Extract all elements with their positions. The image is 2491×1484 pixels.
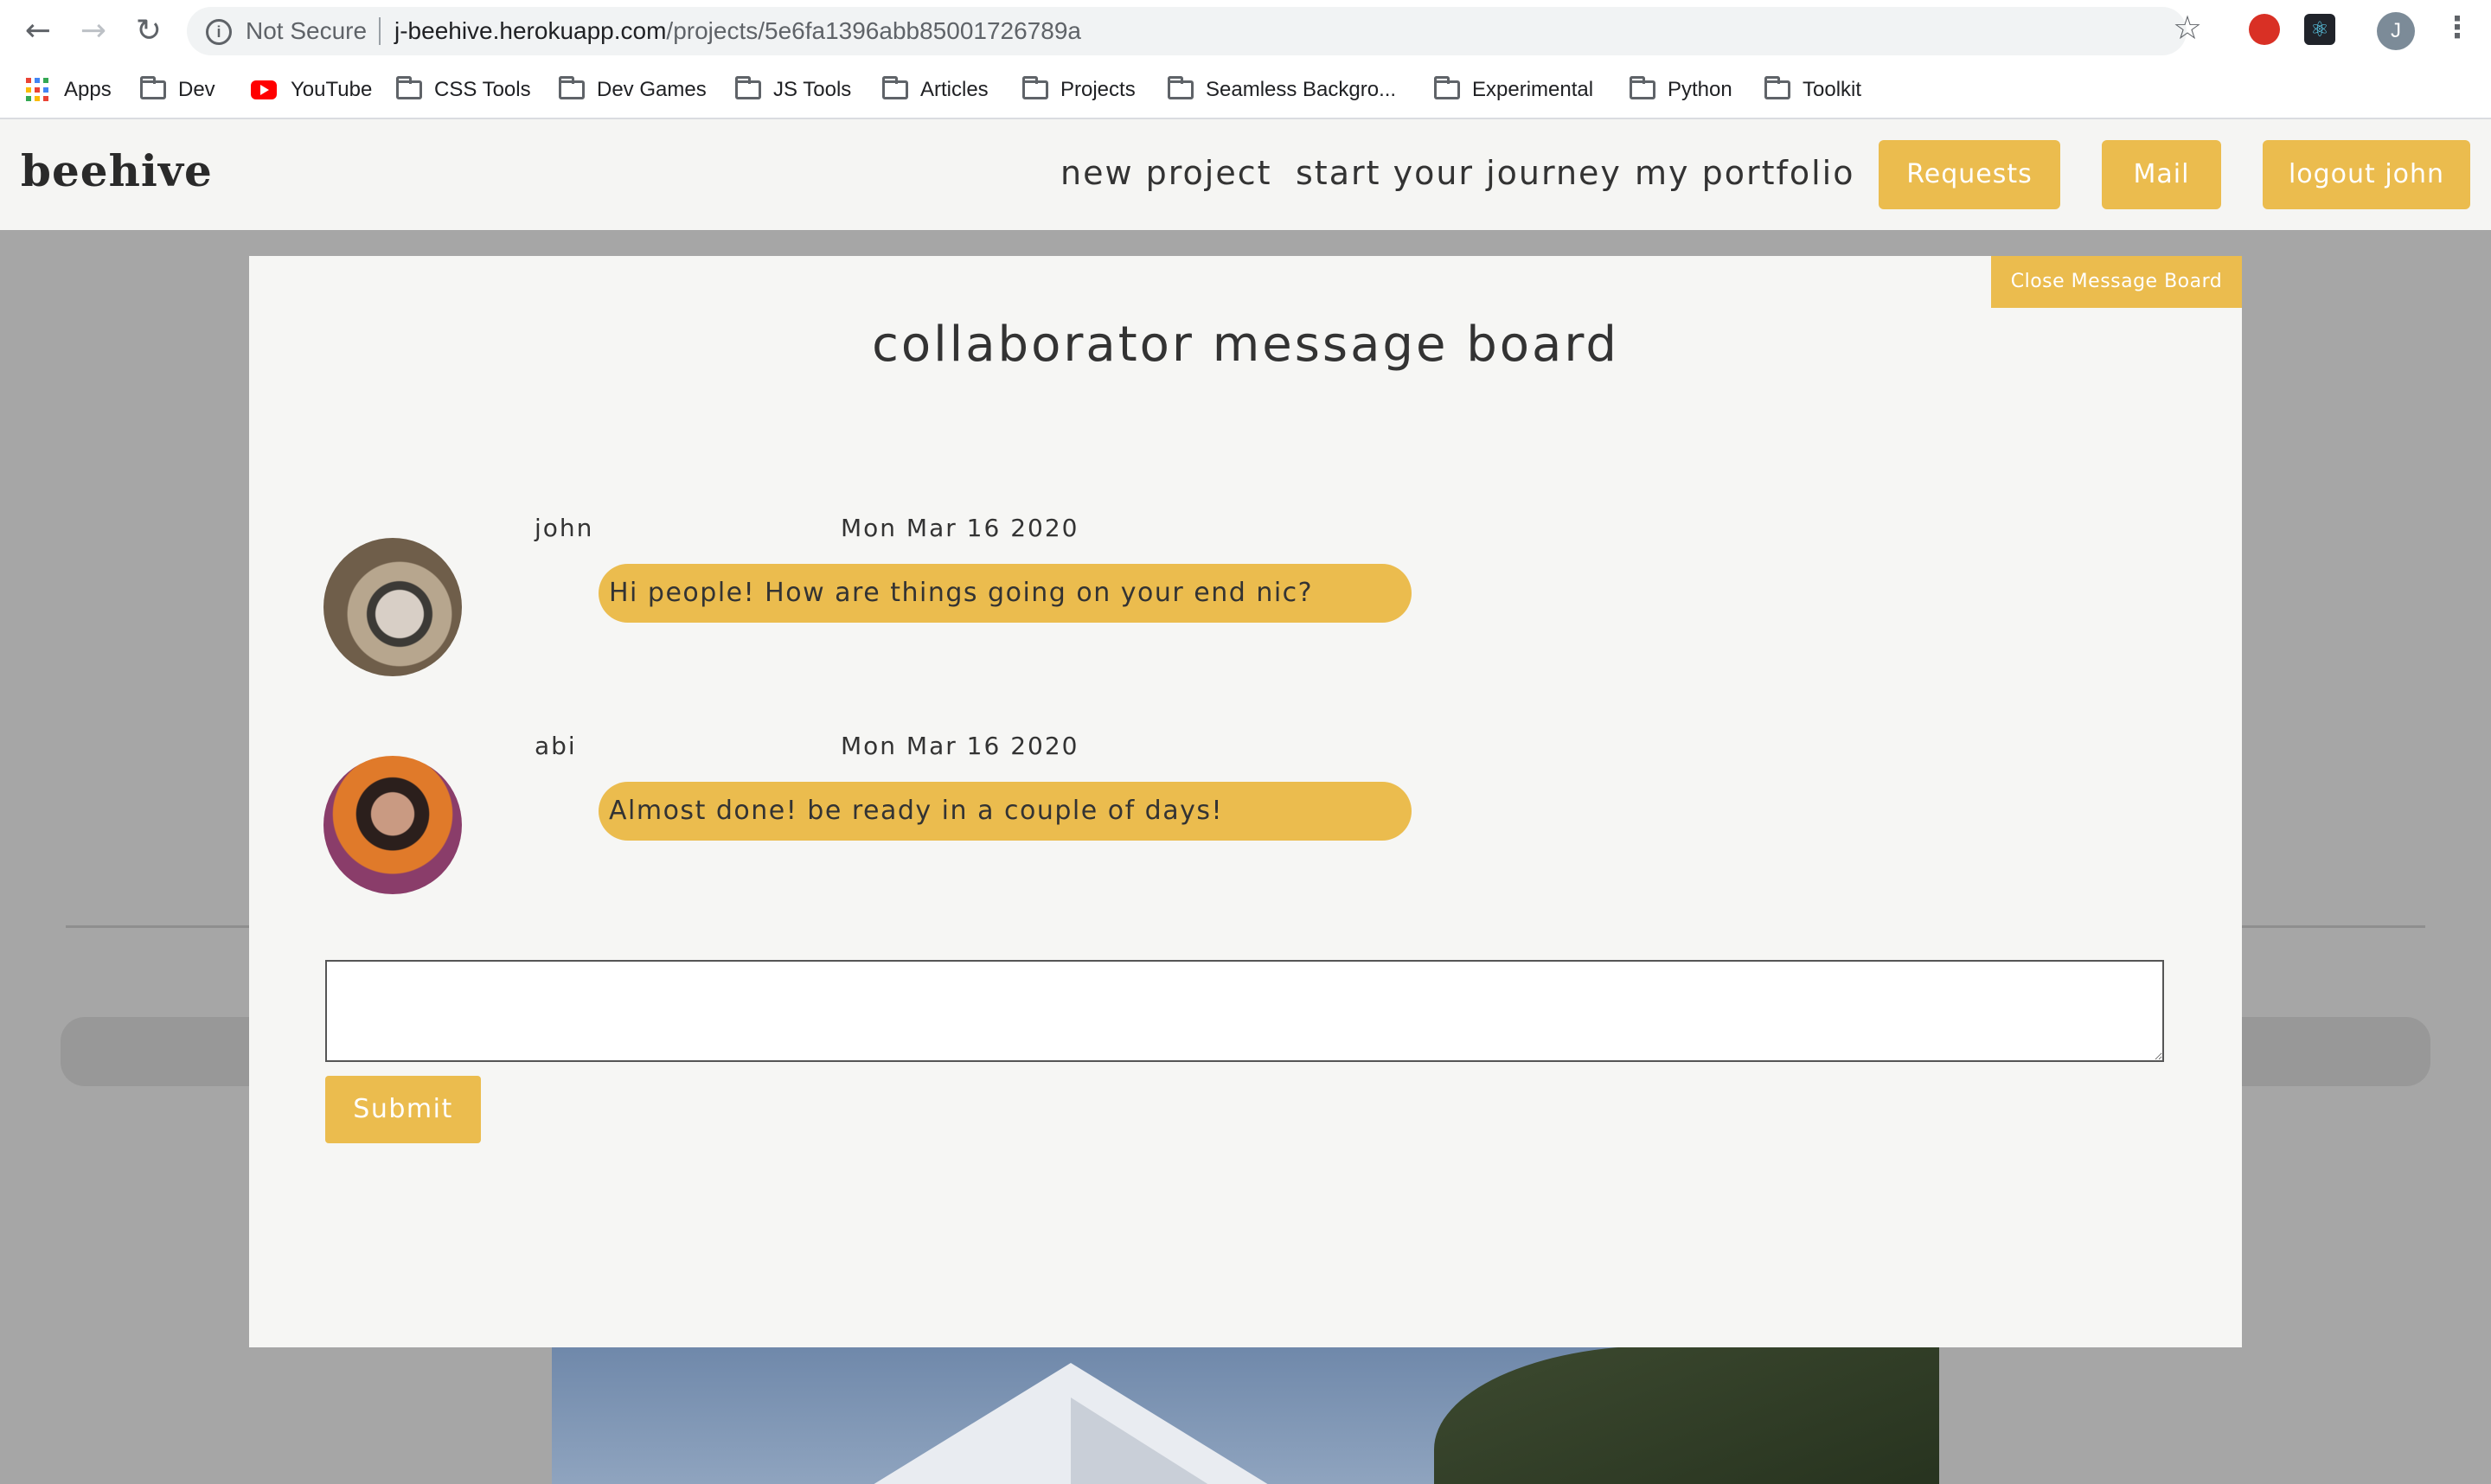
url-path: /projects/5e6fa1396abb85001726789a bbox=[666, 17, 1081, 44]
bookmark-star-icon[interactable]: ☆ bbox=[2173, 9, 2202, 47]
bookmark-dev[interactable]: Dev bbox=[140, 74, 215, 106]
menu-kebab-icon[interactable]: ⋮ bbox=[2443, 10, 2472, 45]
bookmark-seamless-backgrounds[interactable]: Seamless Backgro... bbox=[1168, 74, 1396, 106]
bookmark-label: Articles bbox=[920, 78, 989, 101]
youtube-icon bbox=[251, 80, 277, 99]
folder-icon bbox=[396, 76, 422, 99]
bookmark-youtube[interactable]: YouTube bbox=[251, 74, 372, 106]
bookmark-python[interactable]: Python bbox=[1630, 74, 1732, 106]
folder-icon bbox=[559, 76, 585, 99]
close-message-board-button[interactable]: Close Message Board bbox=[1991, 256, 2242, 308]
forward-icon[interactable]: → bbox=[76, 14, 111, 48]
bookmark-experimental[interactable]: Experimental bbox=[1434, 74, 1593, 106]
bookmark-js-tools[interactable]: JS Tools bbox=[735, 74, 851, 106]
requests-button[interactable]: Requests bbox=[1879, 140, 2060, 209]
bookmark-toolkit[interactable]: Toolkit bbox=[1764, 74, 1861, 106]
react-devtools-icon[interactable]: ⚛ bbox=[2304, 14, 2335, 45]
message-bubble: Hi people! How are things going on your … bbox=[599, 564, 1412, 623]
mountain-shade bbox=[1071, 1398, 1235, 1484]
folder-icon bbox=[1434, 76, 1460, 99]
bookmark-label: Dev bbox=[178, 78, 215, 101]
folder-icon bbox=[1022, 76, 1048, 99]
avatar bbox=[323, 538, 462, 676]
bookmark-label: YouTube bbox=[291, 78, 373, 101]
url-text[interactable]: j-beehive.herokuapp.com/projects/5e6fa13… bbox=[394, 17, 1081, 45]
nav-my-portfolio[interactable]: my portfolio bbox=[1635, 154, 1854, 192]
bookmark-label: Toolkit bbox=[1803, 78, 1862, 101]
message-author: john bbox=[535, 514, 594, 542]
bookmark-label: Projects bbox=[1060, 78, 1136, 101]
message-author: abi bbox=[535, 732, 577, 760]
bookmark-label: CSS Tools bbox=[434, 78, 531, 101]
bookmark-label: Python bbox=[1668, 78, 1732, 101]
bookmark-projects[interactable]: Projects bbox=[1022, 74, 1136, 106]
folder-icon bbox=[735, 76, 761, 99]
mail-button[interactable]: Mail bbox=[2102, 140, 2221, 209]
site-header: beehive new project start your journey m… bbox=[0, 119, 2491, 230]
message-date: Mon Mar 16 2020 bbox=[841, 514, 1079, 542]
folder-icon bbox=[1630, 76, 1655, 99]
message-date: Mon Mar 16 2020 bbox=[841, 732, 1079, 760]
adblock-extension-icon[interactable] bbox=[2249, 14, 2280, 45]
message-item: abi Mon Mar 16 2020 Almost done! be read… bbox=[323, 732, 1621, 894]
bookmarks-bar: Apps Dev YouTube CSS Tools Dev Games JS … bbox=[0, 69, 2491, 109]
profile-avatar[interactable]: J bbox=[2377, 12, 2415, 50]
nav-start-your-journey[interactable]: start your journey bbox=[1296, 154, 1622, 192]
folder-icon bbox=[140, 76, 166, 99]
folder-icon bbox=[1168, 76, 1194, 99]
address-bar[interactable]: i Not Secure j-beehive.herokuapp.com/pro… bbox=[187, 7, 2187, 55]
url-separator bbox=[379, 17, 381, 45]
bookmark-apps[interactable]: Apps bbox=[26, 74, 112, 106]
bookmark-articles[interactable]: Articles bbox=[882, 74, 989, 106]
message-bubble: Almost done! be ready in a couple of day… bbox=[599, 782, 1412, 841]
bookmark-label: Seamless Backgro... bbox=[1206, 78, 1397, 101]
nav-new-project[interactable]: new project bbox=[1060, 154, 1272, 192]
forest-shape bbox=[1434, 1346, 1939, 1484]
security-label: Not Secure bbox=[246, 17, 368, 44]
back-icon[interactable]: ← bbox=[21, 14, 55, 48]
reload-icon[interactable]: ↻ bbox=[131, 14, 166, 48]
bookmark-label: Experimental bbox=[1472, 78, 1594, 101]
logout-button[interactable]: logout john bbox=[2263, 140, 2470, 209]
bookmark-label: JS Tools bbox=[773, 78, 852, 101]
message-board-modal: Close Message Board collaborator message… bbox=[249, 256, 2242, 1347]
url-host: j-beehive.herokuapp.com bbox=[394, 17, 667, 44]
folder-icon bbox=[1764, 76, 1790, 99]
folder-icon bbox=[882, 76, 908, 99]
bookmark-dev-games[interactable]: Dev Games bbox=[559, 74, 707, 106]
project-cover-photo bbox=[552, 1346, 1939, 1484]
bookmark-label: Apps bbox=[64, 78, 112, 101]
avatar bbox=[323, 756, 462, 894]
message-input[interactable] bbox=[325, 960, 2164, 1062]
bookmark-css-tools[interactable]: CSS Tools bbox=[396, 74, 531, 106]
message-item: john Mon Mar 16 2020 Hi people! How are … bbox=[323, 514, 1621, 676]
apps-grid-icon bbox=[26, 78, 50, 102]
browser-chrome: ← → ↻ i Not Secure j-beehive.herokuapp.c… bbox=[0, 0, 2491, 119]
info-icon[interactable]: i bbox=[206, 19, 232, 45]
message-board-title: collaborator message board bbox=[872, 317, 1619, 373]
site-logo[interactable]: beehive bbox=[21, 145, 213, 196]
bookmark-label: Dev Games bbox=[597, 78, 707, 101]
submit-button[interactable]: Submit bbox=[325, 1076, 481, 1143]
